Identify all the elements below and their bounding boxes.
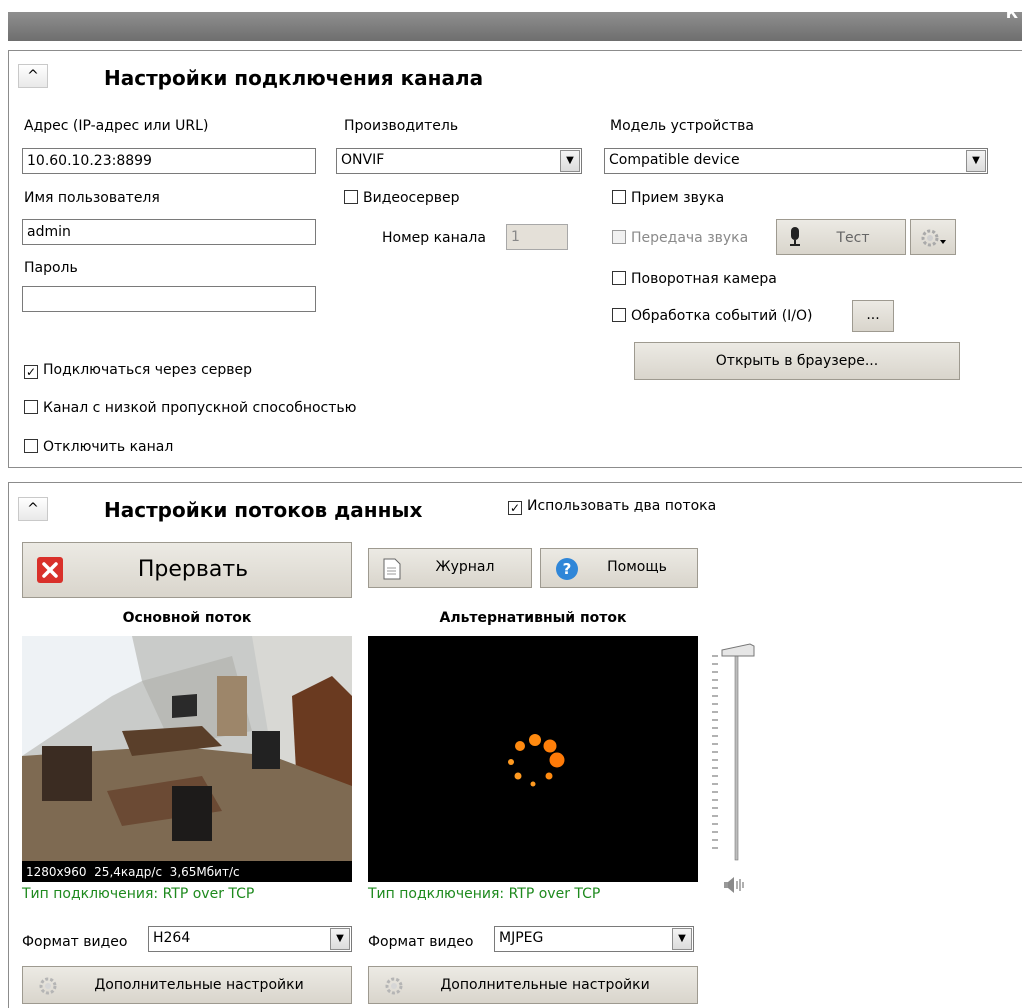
ptz-check[interactable] <box>612 271 626 285</box>
username-label: Имя пользователя <box>24 190 160 206</box>
camera-view-image <box>22 636 352 882</box>
use-two-streams-check[interactable]: ✓ <box>508 501 522 515</box>
alt-connection-type: Тип подключения: RTP over TCP <box>368 886 600 902</box>
events-checkbox[interactable]: Обработка событий (I/O) <box>612 308 813 324</box>
abort-label: Прервать <box>137 557 249 582</box>
low-bandwidth-label: Канал с низкой пропускной способностью <box>43 400 357 416</box>
low-bandwidth-checkbox[interactable]: Канал с низкой пропускной способностью <box>24 400 356 416</box>
document-icon <box>383 558 401 580</box>
main-video-format-label: Формат видео <box>22 934 128 950</box>
use-two-streams-label: Использовать два потока <box>527 498 717 514</box>
window-title-bar: К <box>0 0 1022 42</box>
window-title: К <box>1005 4 1018 22</box>
password-label: Пароль <box>24 260 78 276</box>
sound-receive-label: Прием звука <box>631 190 725 206</box>
ptz-label: Поворотная камера <box>631 271 777 287</box>
gear-icon <box>39 977 57 995</box>
sound-transmit-label: Передача звука <box>631 230 749 246</box>
collapse-streams-button[interactable]: ^ <box>18 497 48 521</box>
videoserver-label: Видеосервер <box>363 190 460 206</box>
connection-settings-title: Настройки подключения канала <box>104 66 484 90</box>
username-input[interactable]: admin <box>22 219 316 245</box>
gear-icon <box>385 977 403 995</box>
svg-text:?: ? <box>563 560 572 578</box>
connect-via-server-check[interactable]: ✓ <box>24 365 38 379</box>
model-label: Модель устройства <box>610 118 754 134</box>
alt-video-format-select[interactable]: MJPEG ▼ <box>494 926 694 952</box>
channel-number-input[interactable]: 1 <box>506 224 568 250</box>
close-icon <box>37 557 63 583</box>
disable-channel-check[interactable] <box>24 439 38 453</box>
journal-button[interactable]: Журнал <box>368 548 532 588</box>
model-value: Compatible device <box>609 152 740 168</box>
collapse-connection-button[interactable]: ^ <box>18 64 48 88</box>
loading-spinner-icon <box>508 734 565 787</box>
alt-video-format-value: MJPEG <box>499 930 544 946</box>
microphone-icon <box>790 227 800 246</box>
videoserver-check[interactable] <box>344 190 358 204</box>
main-connection-type-value: RTP over TCP <box>162 886 255 902</box>
stream-settings-title: Настройки потоков данных <box>104 498 423 522</box>
model-select[interactable]: Compatible device ▼ <box>604 148 988 174</box>
chevron-down-icon[interactable]: ▼ <box>672 928 692 950</box>
main-stream-overlay: 1280x960 25,4кадр/с 3,65Мбит/с <box>26 865 240 879</box>
connect-via-server-checkbox[interactable]: ✓ Подключаться через сервер <box>24 362 252 379</box>
chevron-down-icon[interactable]: ▼ <box>966 150 986 172</box>
sound-receive-check[interactable] <box>612 190 626 204</box>
sound-transmit-check[interactable] <box>612 230 626 244</box>
alt-advanced-settings-label: Дополнительные настройки <box>440 977 650 993</box>
main-stream-title: Основной поток <box>122 610 252 626</box>
volume-slider-track[interactable] <box>710 636 758 866</box>
channel-number-label: Номер канала <box>382 230 486 246</box>
help-button[interactable]: ? Помощь <box>540 548 698 588</box>
test-sound-button[interactable]: Тест <box>776 219 906 255</box>
sound-transmit-checkbox[interactable]: Передача звука <box>612 230 748 246</box>
open-in-browser-button[interactable]: Открыть в браузере... <box>634 342 960 380</box>
main-connection-type: Тип подключения: RTP over TCP <box>22 886 254 902</box>
ptz-checkbox[interactable]: Поворотная камера <box>612 271 777 287</box>
sound-settings-button[interactable] <box>910 219 956 255</box>
manufacturer-value: ONVIF <box>341 152 385 168</box>
main-video-format-select[interactable]: H264 ▼ <box>148 926 352 952</box>
abort-button[interactable]: Прервать <box>22 542 352 598</box>
main-video-format-value: H264 <box>153 930 191 946</box>
disable-channel-label: Отключить канал <box>43 439 174 455</box>
test-sound-label: Тест <box>836 230 870 246</box>
speaker-icon[interactable] <box>722 874 748 896</box>
alt-stream-title: Альтернативный поток <box>439 610 627 626</box>
manufacturer-label: Производитель <box>344 118 459 134</box>
gear-icon <box>921 229 946 247</box>
main-connection-type-prefix: Тип подключения: <box>22 886 159 902</box>
password-input[interactable] <box>22 286 316 312</box>
main-stream-video: 1280x960 25,4кадр/с 3,65Мбит/с <box>22 636 352 882</box>
alt-advanced-settings-button[interactable]: Дополнительные настройки <box>368 966 698 1004</box>
alt-connection-type-prefix: Тип подключения: <box>368 886 505 902</box>
use-two-streams-checkbox[interactable]: ✓ Использовать два потока <box>508 498 716 515</box>
low-bandwidth-check[interactable] <box>24 400 38 414</box>
alt-video-format-label: Формат видео <box>368 934 474 950</box>
title-bar-background <box>8 12 1022 41</box>
chevron-down-icon[interactable]: ▼ <box>560 150 580 172</box>
alt-stream-video <box>368 636 698 882</box>
videoserver-checkbox[interactable]: Видеосервер <box>344 190 460 206</box>
chevron-down-icon[interactable]: ▼ <box>330 928 350 950</box>
events-check[interactable] <box>612 308 626 322</box>
sound-receive-checkbox[interactable]: Прием звука <box>612 190 724 206</box>
main-advanced-settings-button[interactable]: Дополнительные настройки <box>22 966 352 1004</box>
help-icon: ? <box>556 558 578 580</box>
events-label: Обработка событий (I/O) <box>631 308 813 324</box>
connect-via-server-label: Подключаться через сервер <box>43 362 253 378</box>
address-label: Адрес (IP-адрес или URL) <box>24 118 209 134</box>
help-label: Помощь <box>607 559 667 575</box>
alt-connection-type-value: RTP over TCP <box>508 886 601 902</box>
address-input[interactable]: 10.60.10.23:8899 <box>22 148 316 174</box>
volume-slider[interactable] <box>710 636 758 866</box>
disable-channel-checkbox[interactable]: Отключить канал <box>24 439 173 455</box>
events-more-button[interactable]: ... <box>852 300 894 332</box>
main-advanced-settings-label: Дополнительные настройки <box>94 977 304 993</box>
journal-label: Журнал <box>435 559 495 575</box>
manufacturer-select[interactable]: ONVIF ▼ <box>336 148 582 174</box>
